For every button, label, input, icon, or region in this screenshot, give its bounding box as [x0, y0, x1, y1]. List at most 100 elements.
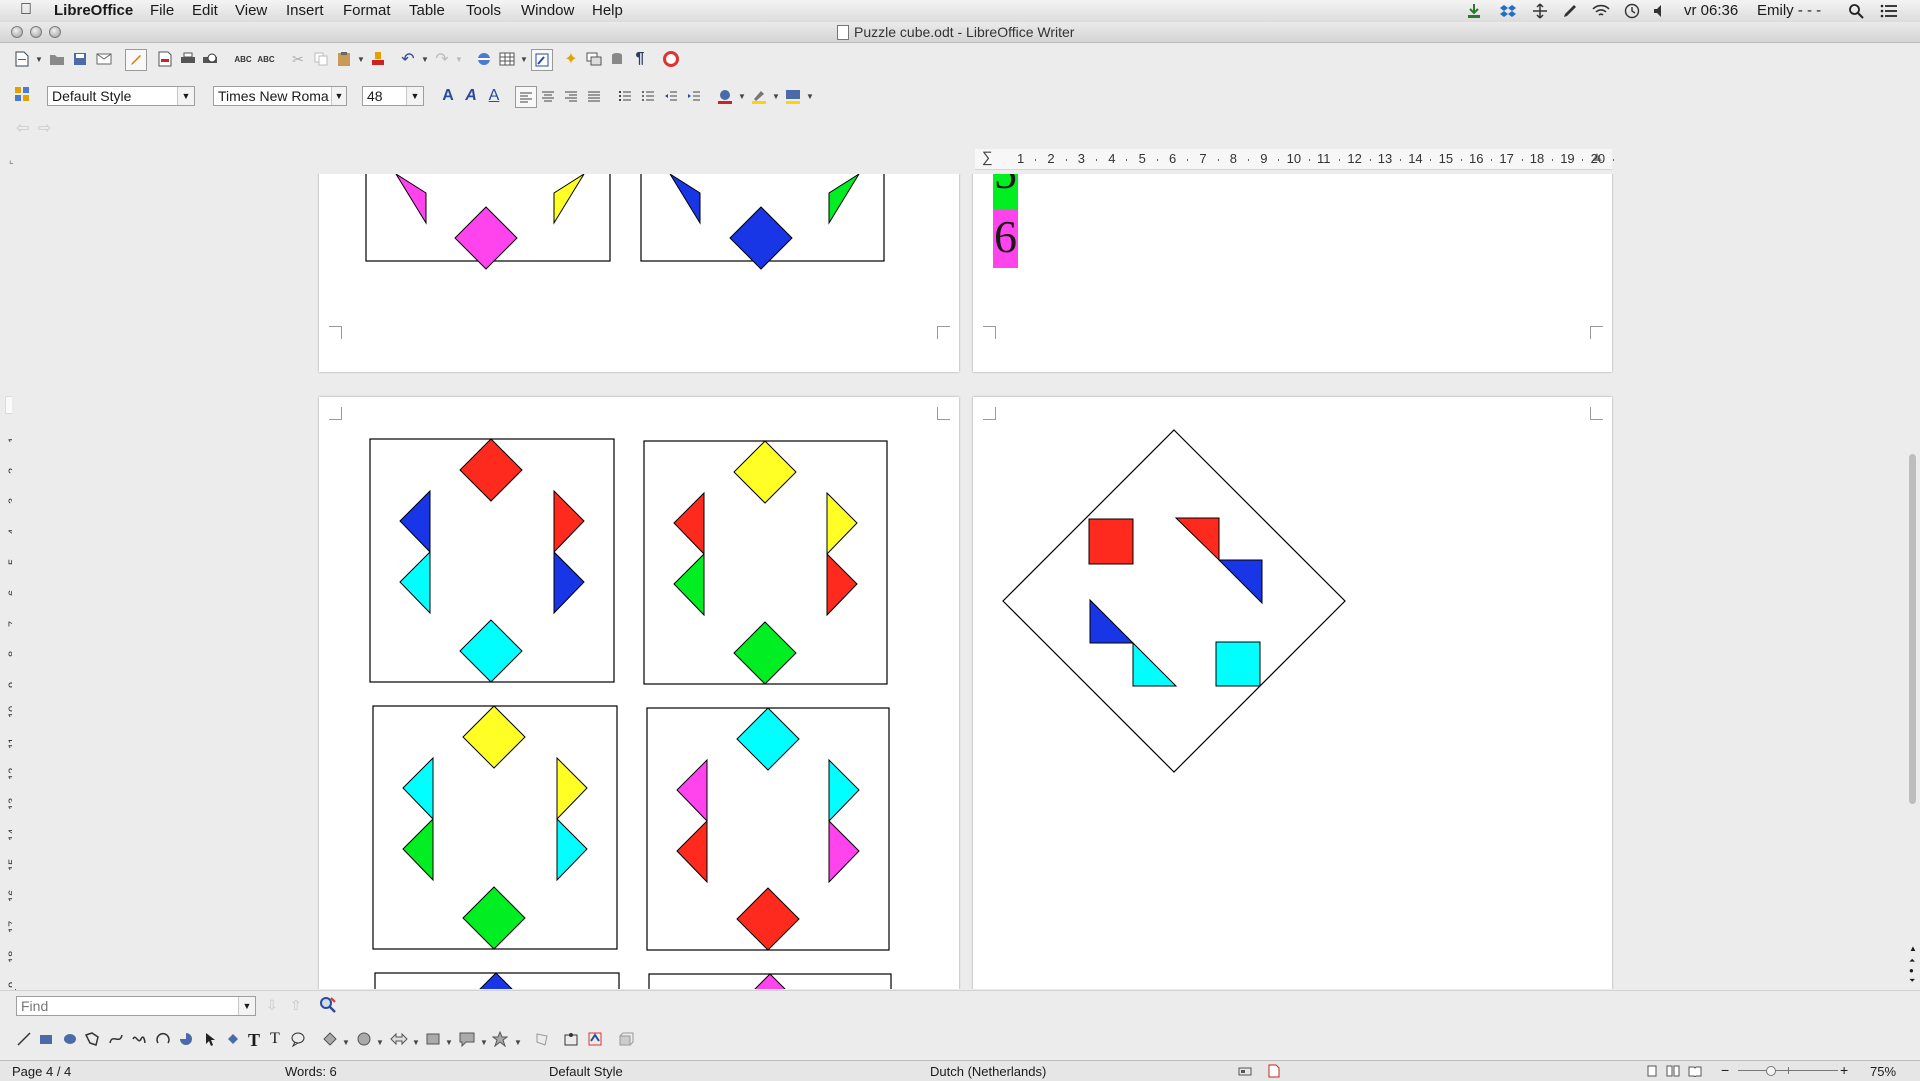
navigate-forward-icon[interactable]: ⇨: [38, 118, 51, 138]
cut-icon[interactable]: ✂: [288, 49, 308, 69]
pen-icon[interactable]: [1562, 3, 1578, 19]
callout-tool-icon[interactable]: [290, 1031, 306, 1047]
highlighting-icon[interactable]: [749, 86, 769, 106]
block-arrows-icon[interactable]: [390, 1031, 408, 1047]
data-sources-icon[interactable]: [607, 49, 627, 69]
find-input[interactable]: Find ▼: [16, 996, 256, 1016]
window-minimize-button[interactable]: [30, 26, 42, 38]
spellcheck-icon[interactable]: ABC: [233, 49, 253, 69]
app-menu[interactable]: LibreOffice: [54, 2, 133, 19]
paste-dropdown-icon[interactable]: ▼: [357, 55, 365, 64]
underline-icon[interactable]: A: [484, 86, 504, 106]
scrollbar-thumb[interactable]: [1909, 454, 1916, 804]
scroll-up-icon[interactable]: ▲: [1909, 944, 1917, 953]
copy-icon[interactable]: [311, 49, 331, 69]
multi-page-view-icon[interactable]: [1666, 1065, 1680, 1077]
open-icon[interactable]: [47, 49, 67, 69]
indent-marker-icon[interactable]: ∑: [982, 149, 993, 166]
previous-page-icon[interactable]: ⏶: [1909, 956, 1915, 966]
align-left-icon[interactable]: [515, 86, 537, 108]
new-dropdown-icon[interactable]: ▼: [35, 55, 43, 64]
page-2[interactable]: [319, 174, 959, 372]
autospellcheck-icon[interactable]: ABC: [256, 49, 276, 69]
export-pdf-icon[interactable]: [155, 49, 175, 69]
background-color-icon[interactable]: [783, 86, 803, 106]
callouts-icon[interactable]: [458, 1031, 476, 1047]
clock[interactable]: vr 06:36: [1684, 2, 1738, 19]
single-page-view-icon[interactable]: [1646, 1065, 1658, 1077]
table-icon[interactable]: [497, 49, 517, 69]
selection-mode-icon[interactable]: [1238, 1065, 1252, 1077]
fill-tool-icon[interactable]: [225, 1031, 241, 1047]
apple-icon[interactable]: : [20, 1, 32, 19]
navigation-icon[interactable]: ●: [1909, 966, 1914, 975]
menu-tools[interactable]: Tools: [466, 2, 501, 19]
zoom-level[interactable]: 75%: [1870, 1064, 1896, 1079]
select-tool-icon[interactable]: [202, 1031, 218, 1047]
stars-icon[interactable]: [492, 1031, 508, 1047]
chevron-down-icon[interactable]: ▼: [238, 997, 255, 1015]
symbol-shapes-dropdown-icon[interactable]: ▼: [376, 1038, 384, 1047]
chevron-down-icon[interactable]: ▼: [331, 87, 346, 105]
zoom-slider[interactable]: [1738, 1066, 1838, 1076]
menu-insert[interactable]: Insert: [286, 2, 324, 19]
find-replace-icon[interactable]: [319, 996, 337, 1014]
flowchart-dropdown-icon[interactable]: ▼: [445, 1038, 453, 1047]
help-icon[interactable]: [661, 49, 681, 69]
freeform-tool-icon[interactable]: [131, 1031, 147, 1047]
decrease-indent-icon[interactable]: [661, 86, 681, 106]
page-style[interactable]: Default Style: [549, 1064, 623, 1079]
download-icon[interactable]: [1466, 3, 1482, 19]
next-page-icon[interactable]: ⏷: [1909, 976, 1915, 986]
ruler-corner[interactable]: ⌞: [9, 155, 19, 166]
zoom-in-icon[interactable]: +: [1840, 1062, 1848, 1078]
vertical-scrollbar[interactable]: ▲ ⏶ ● ⏷: [1906, 174, 1920, 989]
email-icon[interactable]: [94, 49, 114, 69]
table-dropdown-icon[interactable]: ▼: [520, 55, 528, 64]
font-color-dropdown-icon[interactable]: ▼: [738, 92, 746, 101]
document-canvas[interactable]: 5 6: [12, 174, 1906, 989]
background-color-dropdown-icon[interactable]: ▼: [806, 92, 814, 101]
undo-dropdown-icon[interactable]: ▼: [421, 55, 429, 64]
ellipse-pie-icon[interactable]: [178, 1031, 194, 1047]
chevron-down-icon[interactable]: ▼: [177, 87, 194, 105]
redo-icon[interactable]: ↷: [432, 49, 452, 69]
menu-format[interactable]: Format: [343, 2, 391, 19]
time-machine-icon[interactable]: [1624, 3, 1640, 19]
align-right-icon[interactable]: [561, 86, 581, 106]
volume-icon[interactable]: [1652, 3, 1668, 19]
font-color-icon[interactable]: [715, 86, 735, 106]
curve-tool-icon[interactable]: [108, 1031, 124, 1047]
vertical-text-icon[interactable]: T: [270, 1030, 280, 1048]
menu-window[interactable]: Window: [521, 2, 574, 19]
clone-formatting-icon[interactable]: [368, 49, 388, 69]
window-zoom-button[interactable]: [49, 26, 61, 38]
find-previous-icon[interactable]: ⇩: [266, 997, 278, 1014]
navigate-back-icon[interactable]: ⇦: [16, 118, 29, 138]
window-close-button[interactable]: [11, 26, 23, 38]
notification-center-icon[interactable]: [1880, 3, 1898, 19]
formatting-marks-icon[interactable]: ¶: [630, 49, 650, 69]
fontwork-icon[interactable]: [587, 1031, 603, 1047]
menu-view[interactable]: View: [235, 2, 267, 19]
polygon-tool-icon[interactable]: [84, 1031, 100, 1047]
redo-dropdown-icon[interactable]: ▼: [455, 55, 463, 64]
bold-icon[interactable]: A: [438, 86, 458, 106]
basic-shapes-icon[interactable]: [322, 1031, 338, 1047]
network-arrows-icon[interactable]: [1532, 3, 1548, 19]
navigator-icon[interactable]: ✦: [561, 49, 581, 69]
zoom-slider-handle[interactable]: [1766, 1066, 1776, 1076]
zoom-out-icon[interactable]: −: [1721, 1062, 1729, 1078]
arc-tool-icon[interactable]: [155, 1031, 171, 1047]
new-document-icon[interactable]: [12, 49, 32, 69]
align-center-icon[interactable]: [538, 86, 558, 106]
points-icon[interactable]: [534, 1031, 550, 1047]
ellipse-tool-icon[interactable]: [62, 1031, 78, 1047]
gluepoints-icon[interactable]: [563, 1031, 579, 1047]
flowchart-icon[interactable]: [425, 1031, 441, 1047]
find-next-icon[interactable]: ⇧: [290, 997, 302, 1014]
font-size-select[interactable]: 48 ▼: [362, 86, 424, 106]
menu-file[interactable]: File: [150, 2, 174, 19]
print-preview-icon[interactable]: [200, 49, 220, 69]
horizontal-ruler[interactable]: ∑ 1 2 3 4 5 6 7 8 9 10 11 12 13 14 15 16 17 18 19 20: [975, 149, 1614, 170]
